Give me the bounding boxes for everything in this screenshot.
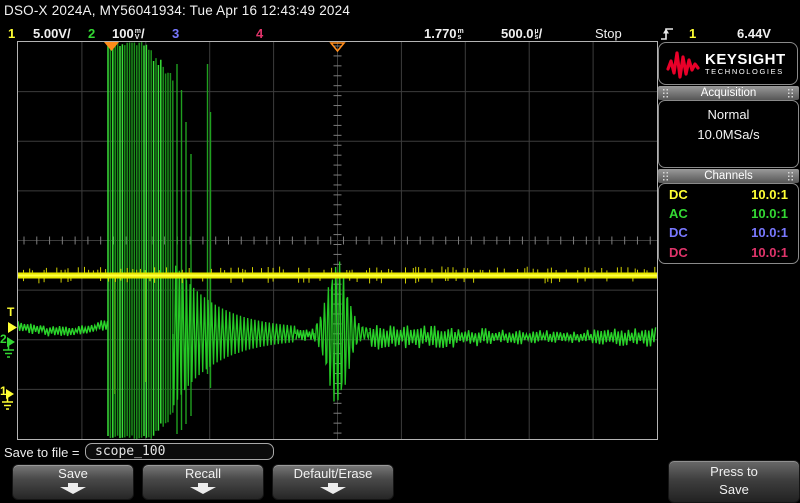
ch1-ground-icon xyxy=(1,397,14,416)
acquisition-panel: Normal 10.0MSa/s xyxy=(658,100,799,168)
filename-input[interactable]: scope_100 xyxy=(85,443,274,460)
waveform-display[interactable] xyxy=(17,41,658,440)
trigger-source[interactable]: 1 xyxy=(689,26,696,41)
grip-icon xyxy=(662,171,670,181)
down-arrow-icon xyxy=(320,483,346,494)
acquisition-header[interactable]: Acquisition xyxy=(658,86,799,100)
down-arrow-icon xyxy=(190,483,216,494)
delay-unit-stack: ms xyxy=(458,29,464,40)
channels-panel: DC10.0:1 AC10.0:1 DC10.0:1 DC10.0:1 xyxy=(658,183,799,264)
brand-panel: KEYSIGHT TECHNOLOGIES xyxy=(658,42,798,85)
channels-header[interactable]: Channels xyxy=(658,169,799,183)
recall-softkey[interactable]: Recall xyxy=(142,464,264,500)
keysight-logo-icon xyxy=(666,49,700,79)
waveform-canvas xyxy=(18,42,657,439)
grip-icon xyxy=(787,171,795,181)
brand-subtitle: TECHNOLOGIES xyxy=(705,67,786,76)
brand-name: KEYSIGHT xyxy=(705,52,786,67)
status-ch1-scale[interactable]: 5.00V/ xyxy=(33,26,71,41)
grip-icon xyxy=(787,88,795,98)
channel-row-2: AC10.0:1 xyxy=(659,204,798,223)
status-ch2-scale[interactable]: 100mV/ xyxy=(112,26,145,41)
trigger-level[interactable]: 6.44V xyxy=(737,26,771,41)
default-erase-softkey[interactable]: Default/Erase xyxy=(272,464,394,500)
status-ch1-number[interactable]: 1 xyxy=(8,26,15,41)
ch2-reference-label: 2 xyxy=(0,334,7,344)
channel-row-3: DC10.0:1 xyxy=(659,223,798,242)
save-to-file-label: Save to file = xyxy=(4,445,80,460)
down-arrow-icon xyxy=(60,483,86,494)
trigger-level-label: T xyxy=(7,307,14,317)
status-ch4-number[interactable]: 4 xyxy=(256,26,263,41)
grip-icon xyxy=(662,88,670,98)
acquisition-mode: Normal xyxy=(659,107,798,122)
press-to-save-button[interactable]: Press to Save xyxy=(668,460,800,503)
status-timebase[interactable]: 500.0µs/ xyxy=(501,26,542,41)
run-state[interactable]: Stop xyxy=(595,26,622,41)
sample-rate: 10.0MSa/s xyxy=(659,127,798,142)
title-bar: DSO-X 2024A, MY56041934: Tue Apr 16 12:4… xyxy=(4,3,350,18)
save-softkey[interactable]: Save xyxy=(12,464,134,500)
channel-row-4: DC10.0:1 xyxy=(659,243,798,262)
status-ch3-number[interactable]: 3 xyxy=(172,26,179,41)
status-delay-time[interactable]: 1.770ms xyxy=(424,26,464,41)
ch2-ground-icon xyxy=(2,345,15,364)
channel-row-1: DC10.0:1 xyxy=(659,184,798,204)
status-ch2-number[interactable]: 2 xyxy=(88,26,95,41)
